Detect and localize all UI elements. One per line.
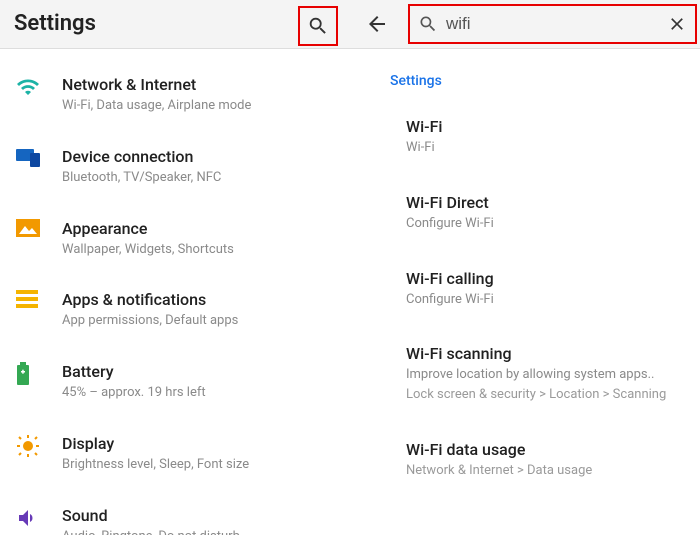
- settings-item-appearance[interactable]: Appearance Wallpaper, Widgets, Shortcuts: [0, 209, 350, 281]
- header-left: Settings: [0, 0, 350, 48]
- search-result-wifi[interactable]: Wi-Fi Wi-Fi: [350, 107, 700, 183]
- settings-item-title: Display: [62, 434, 334, 454]
- open-search-button[interactable]: [298, 6, 338, 46]
- search-result-title: Wi-Fi data usage: [406, 440, 680, 460]
- search-result-breadcrumb: Lock screen & security > Location > Scan…: [406, 387, 680, 404]
- search-result-title: Wi-Fi calling: [406, 269, 680, 289]
- close-icon: [667, 14, 687, 34]
- search-result-wifi-calling[interactable]: Wi-Fi calling Configure Wi-Fi: [350, 259, 700, 335]
- back-button[interactable]: [360, 7, 394, 41]
- settings-item-battery[interactable]: Battery 45% – approx. 19 hrs left: [0, 352, 350, 424]
- wifi-icon: [16, 75, 62, 99]
- settings-item-network[interactable]: Network & Internet Wi-Fi, Data usage, Ai…: [0, 65, 350, 137]
- settings-item-subtitle: 45% – approx. 19 hrs left: [62, 385, 334, 402]
- search-result-breadcrumb: Network & Internet > Data usage: [406, 463, 680, 480]
- search-result-subtitle: Wi-Fi: [406, 140, 680, 157]
- search-icon: [307, 15, 329, 37]
- devices-icon: [16, 147, 62, 167]
- search-icon: [418, 14, 438, 34]
- settings-item-subtitle: Wi-Fi, Data usage, Airplane mode: [62, 98, 334, 115]
- search-result-title: Wi-Fi scanning: [406, 344, 680, 364]
- search-result-wifi-data-usage[interactable]: Wi-Fi data usage Network & Internet > Da…: [350, 430, 700, 506]
- brightness-icon: [16, 434, 62, 458]
- settings-item-title: Appearance: [62, 219, 334, 239]
- search-result-title: Wi-Fi: [406, 117, 680, 137]
- content: Network & Internet Wi-Fi, Data usage, Ai…: [0, 49, 700, 535]
- settings-item-subtitle: Audio, Ringtone, Do not disturb: [62, 529, 334, 535]
- sound-icon: [16, 506, 62, 530]
- settings-item-apps-notifications[interactable]: Apps & notifications App permissions, De…: [0, 280, 350, 352]
- settings-item-title: Sound: [62, 506, 334, 526]
- settings-item-title: Device connection: [62, 147, 334, 167]
- search-result-title: Wi-Fi Direct: [406, 193, 680, 213]
- settings-item-device-connection[interactable]: Device connection Bluetooth, TV/Speaker,…: [0, 137, 350, 209]
- search-results-section-label: Settings: [350, 65, 700, 107]
- search-result-subtitle: Improve location by allowing system apps…: [406, 367, 680, 384]
- settings-item-title: Battery: [62, 362, 334, 382]
- search-field[interactable]: [408, 4, 697, 44]
- apps-icon: [16, 290, 62, 308]
- wallpaper-icon: [16, 219, 62, 237]
- settings-item-subtitle: Brightness level, Sleep, Font size: [62, 457, 334, 474]
- app-header: Settings: [0, 0, 700, 49]
- search-result-wifi-direct[interactable]: Wi-Fi Direct Configure Wi-Fi: [350, 183, 700, 259]
- page-title: Settings: [14, 11, 96, 36]
- settings-list: Network & Internet Wi-Fi, Data usage, Ai…: [0, 49, 350, 535]
- header-right: [350, 0, 700, 48]
- search-result-subtitle: Configure Wi-Fi: [406, 292, 680, 309]
- back-arrow-icon: [365, 12, 389, 36]
- search-result-wifi-scanning[interactable]: Wi-Fi scanning Improve location by allow…: [350, 334, 700, 430]
- settings-item-sound[interactable]: Sound Audio, Ringtone, Do not disturb: [0, 496, 350, 535]
- search-input[interactable]: [438, 14, 667, 34]
- clear-search-button[interactable]: [667, 14, 687, 34]
- battery-icon: [16, 362, 62, 386]
- settings-item-subtitle: Bluetooth, TV/Speaker, NFC: [62, 170, 334, 187]
- settings-item-subtitle: Wallpaper, Widgets, Shortcuts: [62, 242, 334, 259]
- search-result-subtitle: Configure Wi-Fi: [406, 216, 680, 233]
- settings-item-subtitle: App permissions, Default apps: [62, 313, 334, 330]
- settings-item-title: Apps & notifications: [62, 290, 334, 310]
- settings-item-title: Network & Internet: [62, 75, 334, 95]
- settings-item-display[interactable]: Display Brightness level, Sleep, Font si…: [0, 424, 350, 496]
- search-results-pane: Settings Wi-Fi Wi-Fi Wi-Fi Direct Config…: [350, 49, 700, 535]
